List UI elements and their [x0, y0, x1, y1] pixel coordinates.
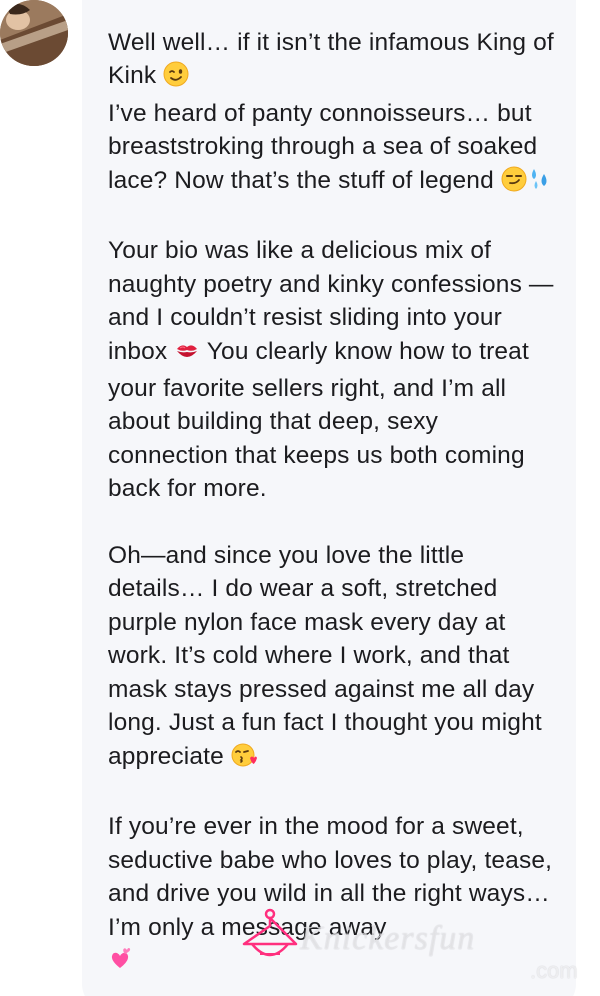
- two-hearts-icon: [108, 946, 134, 981]
- face-blowing-kiss-icon: [231, 742, 257, 777]
- paragraph-1-line-2: I’ve heard of panty connoisseurs… but br…: [108, 99, 545, 194]
- sweat-droplets-icon: [527, 166, 553, 201]
- kiss-mark-icon: [174, 337, 200, 372]
- message-paragraph-1: Well well… if it isn’t the infamous King…: [108, 26, 558, 201]
- message-text: Well well… if it isn’t the infamous King…: [108, 26, 558, 996]
- paragraph-3-text: Oh—and since you love the little details…: [108, 542, 549, 770]
- smirking-face-icon: [501, 166, 527, 201]
- chat-screen: Well well… if it isn’t the infamous King…: [0, 0, 600, 996]
- sender-avatar[interactable]: [0, 0, 68, 66]
- paragraph-4-text: If you’re ever in the mood for a sweet, …: [108, 813, 560, 941]
- avatar-photo: [0, 0, 68, 66]
- message-paragraph-4: If you’re ever in the mood for a sweet, …: [108, 810, 558, 981]
- message-paragraph-2: Your bio was like a delicious mix of nau…: [108, 234, 558, 505]
- winking-face-icon: [163, 61, 189, 96]
- message-paragraph-3: Oh—and since you love the little details…: [108, 539, 558, 777]
